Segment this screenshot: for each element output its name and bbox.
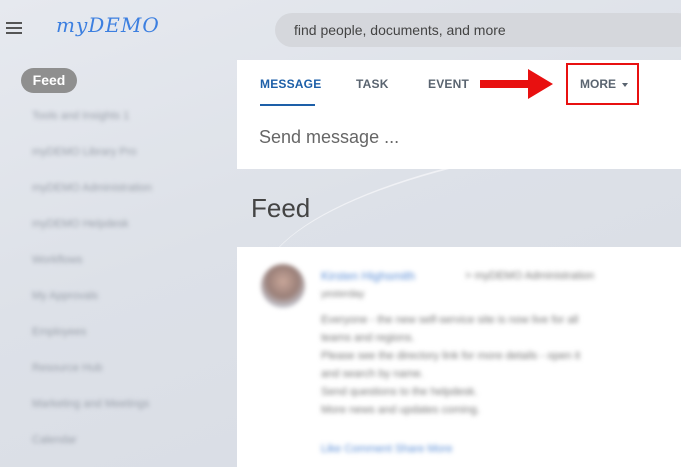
post-body-line: teams and regions. xyxy=(321,332,415,344)
search-input[interactable]: find people, documents, and more xyxy=(275,13,681,47)
page-title: Feed xyxy=(251,193,311,223)
post-actions[interactable]: Like Comment Share More xyxy=(321,443,452,455)
post-body-line: Please see the directory link for more d… xyxy=(321,350,581,362)
sidebar-item[interactable]: myDEMO Administration xyxy=(32,182,152,194)
sidebar-item[interactable]: My Approvals xyxy=(32,290,98,302)
message-input[interactable]: Send message ... xyxy=(259,127,399,148)
post-date: yesterday xyxy=(321,289,365,300)
red-arrow-icon xyxy=(480,69,553,99)
sidebar-item[interactable]: Calendar xyxy=(32,434,77,446)
post-body-line: Everyone - the new self-service site is … xyxy=(321,314,579,326)
feed-post: Kirsten Highsmith > myDEMO Administratio… xyxy=(237,247,681,467)
sidebar-item[interactable]: Employees xyxy=(32,326,86,338)
more-dropdown-button[interactable]: MORE xyxy=(580,77,628,91)
post-meta[interactable]: > myDEMO Administration xyxy=(465,270,594,282)
caret-down-icon xyxy=(622,82,628,87)
sidebar: Feed Tools and Insights 1 myDEMO Library… xyxy=(0,60,230,467)
post-author[interactable]: Kirsten Highsmith xyxy=(321,269,415,283)
active-tab-indicator xyxy=(260,104,315,106)
more-label: MORE xyxy=(580,77,616,91)
sidebar-item[interactable]: myDEMO Library Pro xyxy=(32,146,137,158)
sidebar-item-feed[interactable]: Feed xyxy=(21,68,77,93)
post-body-line: More news and updates coming. xyxy=(321,404,480,416)
sidebar-item[interactable]: myDEMO Helpdesk xyxy=(32,218,129,230)
app-logo[interactable]: myDEMO xyxy=(56,2,160,40)
header: myDEMO find people, documents, and more xyxy=(0,0,681,60)
sidebar-item[interactable]: Workflows xyxy=(32,254,83,266)
tab-task[interactable]: TASK xyxy=(356,77,389,91)
post-body-line: Send questions to the helpdesk. xyxy=(321,386,478,398)
sidebar-item[interactable]: Tools and Insights 1 xyxy=(32,110,129,122)
tab-message[interactable]: MESSAGE xyxy=(260,77,321,91)
tab-event[interactable]: EVENT xyxy=(428,77,469,91)
avatar[interactable] xyxy=(261,264,305,308)
logo-text: myDEMO xyxy=(56,13,160,37)
sidebar-item[interactable]: Marketing and Meetings xyxy=(32,398,149,410)
post-body-line: and search by name. xyxy=(321,368,424,380)
sidebar-item[interactable]: Resource Hub xyxy=(32,362,102,374)
menu-icon[interactable] xyxy=(6,22,22,36)
